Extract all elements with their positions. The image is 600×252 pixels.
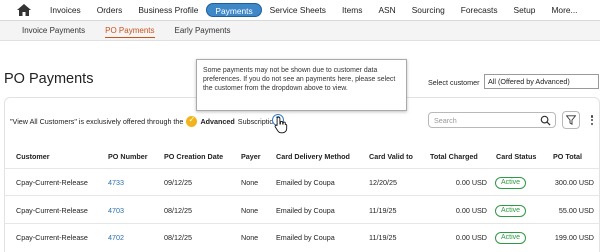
pointer-cursor-icon [274, 116, 288, 134]
nav-setup[interactable]: Setup [506, 3, 544, 17]
notice-prefix: "View All Customers" is exclusively offe… [10, 117, 184, 126]
cell-valid-to: 11/19/25 [369, 233, 397, 242]
cell-delivery-method: Emailed by Coupa [276, 206, 335, 215]
advanced-notice: "View All Customers" is exclusively offe… [10, 115, 277, 127]
customer-select[interactable]: All (Offered by Advanced) [484, 74, 599, 89]
nav-items[interactable]: Items [334, 3, 370, 17]
col-card-delivery-method[interactable]: Card Delivery Method [276, 152, 350, 161]
header-divider [4, 168, 600, 169]
nav-more[interactable]: More... [543, 3, 585, 17]
cell-valid-to: 11/19/25 [369, 206, 397, 215]
cell-po-creation-date: 08/12/25 [164, 233, 192, 242]
col-po-number[interactable]: PO Number [108, 152, 148, 161]
notice-advanced: Advanced [200, 117, 235, 126]
po-number-link[interactable]: 4702 [108, 233, 124, 242]
search-input[interactable]: Search [434, 116, 457, 125]
select-customer-label: Select customer [428, 78, 480, 87]
cell-valid-to: 12/20/25 [369, 178, 397, 187]
status-badge: Active [495, 205, 527, 217]
nav-service-sheets[interactable]: Service Sheets [262, 3, 334, 17]
cell-delivery-method: Emailed by Coupa [276, 178, 335, 187]
tooltip-customer-preferences: Some payments may not be shown due to cu… [196, 59, 407, 111]
cell-payer: None [241, 233, 259, 242]
cell-payer: None [241, 178, 259, 187]
nav-business-profile[interactable]: Business Profile [130, 3, 206, 17]
tab-po-payments[interactable]: PO Payments [105, 24, 155, 38]
cell-po-creation-date: 09/12/25 [164, 178, 192, 187]
more-vertical-icon[interactable] [588, 113, 596, 127]
page-title: PO Payments [4, 71, 94, 87]
top-nav: Invoices Orders Business Profile Payment… [0, 0, 600, 21]
col-total-charged[interactable]: Total Charged [430, 152, 478, 161]
row-divider [4, 195, 600, 196]
col-payer[interactable]: Payer [241, 152, 261, 161]
nav-payments[interactable]: Payments [206, 3, 262, 17]
cell-po-total: 55.00 USD [558, 206, 594, 215]
cell-delivery-method: Emailed by Coupa [276, 233, 335, 242]
search-box[interactable]: Search [428, 112, 556, 128]
cell-customer: Cpay-Current-Release [16, 178, 88, 187]
status-badge: Active [495, 177, 527, 189]
tab-invoice-payments[interactable]: Invoice Payments [22, 24, 85, 38]
col-po-total[interactable]: PO Total [553, 152, 582, 161]
cell-total-charged: 0.00 USD [455, 206, 487, 215]
nav-invoices[interactable]: Invoices [42, 3, 89, 17]
cell-payer: None [241, 206, 259, 215]
home-icon[interactable] [16, 3, 32, 17]
filter-icon [566, 115, 576, 125]
col-card-valid-to[interactable]: Card Valid to [369, 152, 413, 161]
po-number-link[interactable]: 4733 [108, 178, 124, 187]
cell-customer: Cpay-Current-Release [16, 233, 88, 242]
nav-forecasts[interactable]: Forecasts [453, 3, 506, 17]
sub-nav: Invoice Payments PO Payments Early Payme… [0, 21, 600, 41]
col-card-status[interactable]: Card Status [496, 152, 536, 161]
filter-button[interactable] [562, 111, 580, 129]
row-divider [4, 223, 600, 224]
cell-po-total: 300.00 USD [554, 178, 594, 187]
nav-asn[interactable]: ASN [370, 3, 403, 17]
cell-po-total: 199.00 USD [554, 233, 594, 242]
nav-orders[interactable]: Orders [89, 3, 131, 17]
po-number-link[interactable]: 4703 [108, 206, 124, 215]
tab-early-payments[interactable]: Early Payments [175, 24, 231, 38]
cell-customer: Cpay-Current-Release [16, 206, 88, 215]
advanced-badge-icon [186, 115, 198, 127]
col-customer[interactable]: Customer [16, 152, 50, 161]
cell-total-charged: 0.00 USD [455, 178, 487, 187]
search-icon[interactable] [540, 115, 551, 126]
nav-sourcing[interactable]: Sourcing [404, 3, 453, 17]
col-po-creation-date[interactable]: PO Creation Date [164, 152, 223, 161]
cell-po-creation-date: 08/12/25 [164, 206, 192, 215]
status-badge: Active [495, 232, 527, 244]
cell-total-charged: 0.00 USD [455, 233, 487, 242]
